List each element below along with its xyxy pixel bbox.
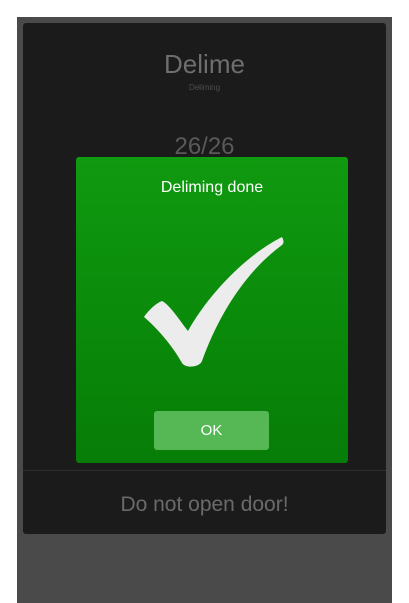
checkmark-icon (144, 237, 284, 367)
app-title: Delime (164, 49, 245, 79)
divider (23, 470, 386, 471)
ok-button[interactable]: OK (154, 411, 269, 450)
page: Delime Deliming 26/26 Do not open door! … (0, 0, 409, 603)
completion-dialog: Deliming done OK (76, 157, 348, 463)
app-subtitle: Deliming (188, 83, 221, 92)
warning-text: Do not open door! (120, 493, 289, 516)
dialog-title: Deliming done (160, 179, 264, 196)
